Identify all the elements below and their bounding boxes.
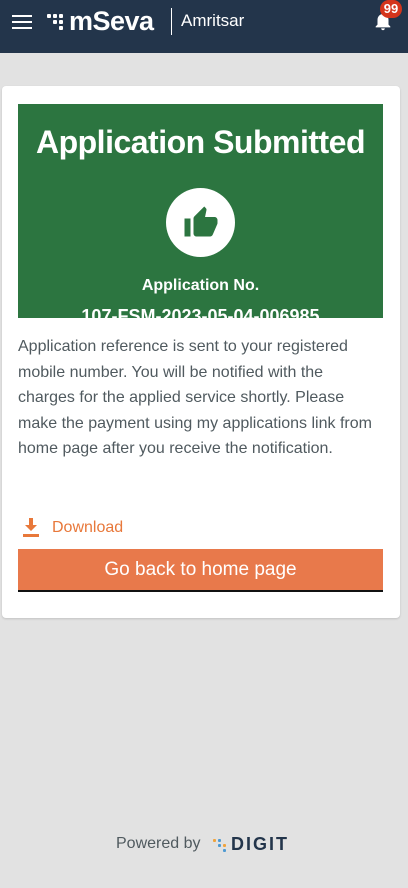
confirmation-message: Application reference is sent to your re… (18, 338, 372, 457)
application-no-label: Application No. (141, 277, 260, 294)
mseva-logo-icon (47, 12, 67, 32)
download-label: Download (52, 519, 124, 536)
digit-logo-icon (213, 838, 227, 852)
app-name: mSeva (69, 6, 154, 36)
powered-by-text: Powered by (116, 835, 201, 852)
city-selector[interactable]: Amritsar (181, 11, 244, 31)
thumbs-up-icon (166, 188, 235, 257)
banner-title: Application Submitted (35, 124, 366, 160)
logo-divider (171, 8, 172, 35)
digit-brand: DIGIT (231, 834, 289, 854)
download-icon (23, 518, 39, 537)
menu-icon[interactable] (12, 14, 32, 30)
confirmation-card: Application Submitted Application No. 10… (2, 86, 400, 618)
application-no: 107-FSM-2023-05-04-006985 (81, 306, 320, 326)
notification-badge: 99 (380, 0, 402, 18)
go-home-button[interactable]: Go back to home page (18, 549, 383, 592)
footer: Powered by DIGIT (0, 832, 408, 856)
top-bar: mSeva Amritsar 99 (0, 0, 408, 53)
success-banner: Application Submitted Application No. 10… (18, 104, 383, 326)
